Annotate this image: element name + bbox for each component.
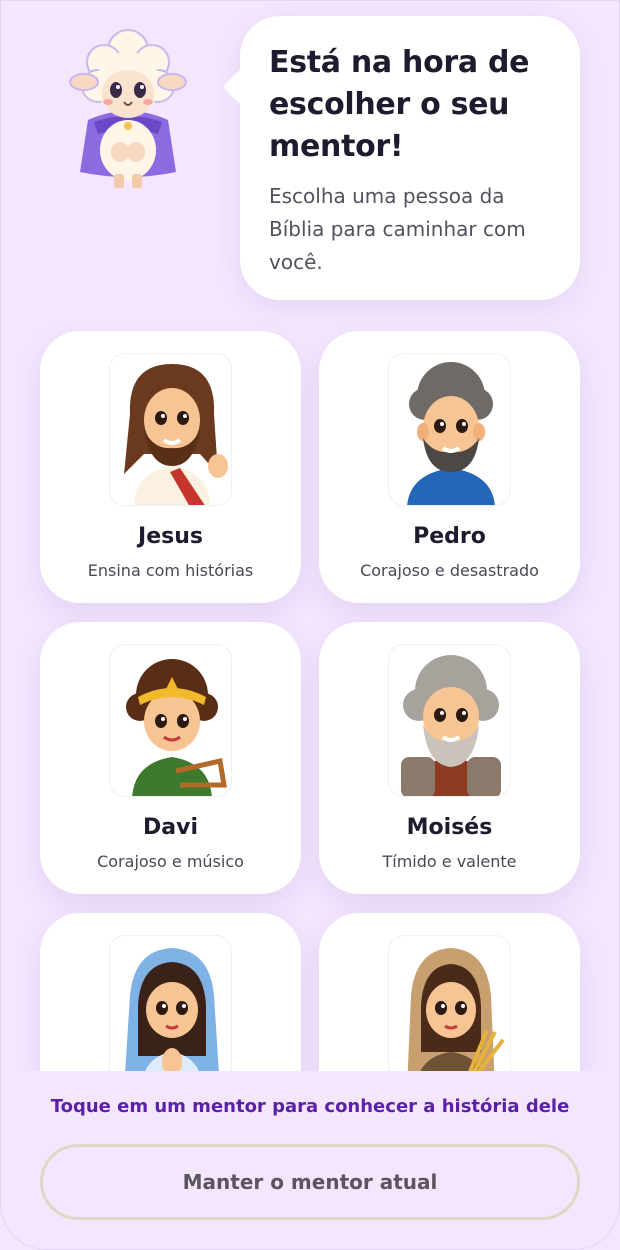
- davi-portrait-icon: [109, 644, 232, 797]
- mentor-card-moises[interactable]: Moisés Tímido e valente: [319, 622, 580, 894]
- mentor-card-rute[interactable]: [319, 913, 580, 1071]
- maria-portrait-icon: [109, 935, 232, 1071]
- mentor-card-jesus[interactable]: Jesus Ensina com histórias: [40, 331, 301, 603]
- lamb-mascot-icon: [58, 22, 198, 192]
- page-title: Está na hora de escolher o seu mentor!: [269, 45, 530, 164]
- keep-mentor-button[interactable]: Manter o mentor atual: [40, 1144, 580, 1220]
- jesus-portrait-icon: [109, 353, 232, 506]
- pedro-portrait-icon: [388, 353, 511, 506]
- page-subtitle: Escolha uma pessoa da Bíblia para caminh…: [269, 184, 526, 274]
- mentor-card-pedro[interactable]: Pedro Corajoso e desastrado: [319, 331, 580, 603]
- mentor-description: Corajoso e desastrado: [360, 561, 539, 580]
- mentor-name: Jesus: [138, 524, 203, 549]
- moises-portrait-icon: [388, 644, 511, 797]
- mentor-name: Moisés: [406, 815, 493, 840]
- mentor-card-maria[interactable]: [40, 913, 301, 1071]
- mentor-description: Tímido e valente: [382, 852, 517, 871]
- speech-bubble: Está na hora de escolher o seu mentor! E…: [240, 16, 580, 300]
- mentor-name: Pedro: [413, 524, 486, 549]
- hint-text: Toque em um mentor para conhecer a histó…: [50, 1096, 570, 1117]
- rute-portrait-icon: [388, 935, 511, 1071]
- mentor-description: Corajoso e músico: [97, 852, 244, 871]
- mentor-name: Davi: [143, 815, 198, 840]
- mentor-description: Ensina com histórias: [87, 561, 254, 580]
- mentor-grid: Jesus Ensina com histórias Pedro Corajos…: [0, 320, 620, 1071]
- mentor-card-davi[interactable]: Davi Corajoso e músico: [40, 622, 301, 894]
